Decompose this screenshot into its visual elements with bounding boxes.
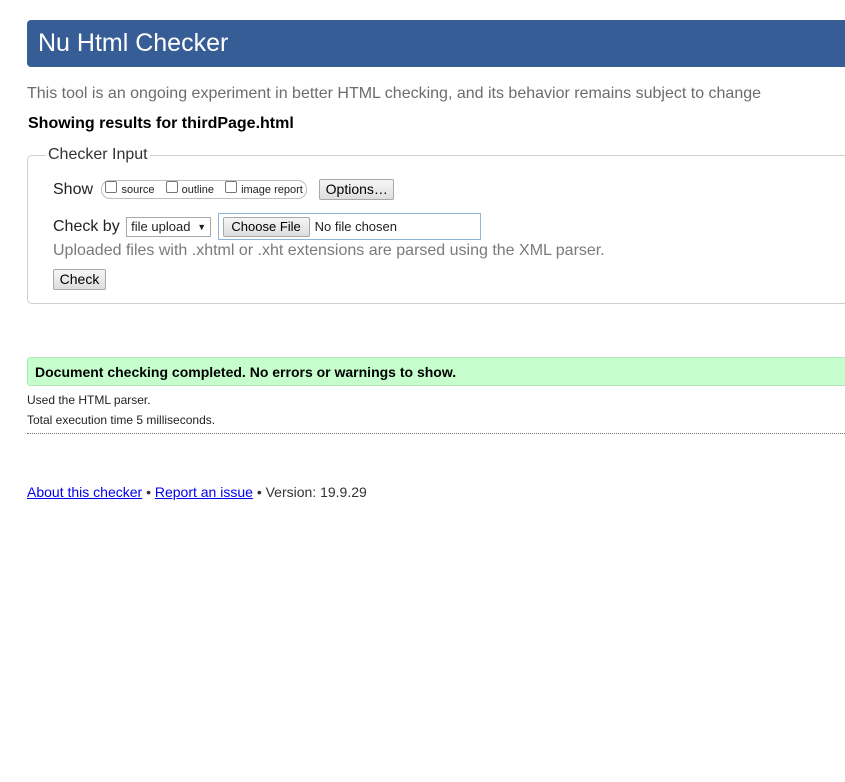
image-report-checkbox-label: image report [241,184,303,196]
options-button[interactable]: Options… [319,179,395,200]
source-checkbox-label: source [121,184,155,196]
show-image-report-option[interactable]: image report [225,181,303,199]
file-status-text: No file chosen [314,219,397,234]
about-checker-link[interactable]: About this checker [27,484,142,500]
check-by-select-value: file upload [131,218,191,234]
checker-input-legend: Checker Input [48,146,148,163]
source-checkbox[interactable] [105,181,118,193]
page-title: Nu Html Checker [38,29,229,57]
check-button[interactable]: Check [53,269,106,290]
results-divider [27,433,845,434]
file-input[interactable]: Choose File No file chosen [217,213,481,240]
success-message-box: Document checking completed. No errors o… [27,357,845,386]
show-label: Show [53,180,94,198]
execution-time: Total execution time 5 milliseconds. [27,413,216,427]
success-message: Document checking completed. No errors o… [35,364,457,380]
show-options-group: source outline image report [101,180,307,199]
version-text: Version: 19.9.29 [265,484,367,500]
dropdown-arrow-icon: ▼ [197,221,207,232]
show-source-option[interactable]: source [105,181,155,199]
xml-parser-note: Uploaded files with .xhtml or .xht exten… [53,242,605,259]
show-outline-option[interactable]: outline [165,181,214,199]
show-row: Show source outline image report Options… [53,179,395,200]
footer-separator-1: • [146,484,151,500]
footer: About this checker • Report an issue • V… [27,484,367,500]
check-by-label: Check by [53,217,120,235]
outline-checkbox-label: outline [181,184,214,196]
outline-checkbox[interactable] [165,181,178,193]
page-header: Nu Html Checker [27,20,845,67]
parser-info: Used the HTML parser. [27,393,151,407]
intro-text: This tool is an ongoing experiment in be… [27,85,762,102]
report-issue-link[interactable]: Report an issue [155,484,253,500]
showing-results-heading: Showing results for thirdPage.html [28,115,294,132]
choose-file-button[interactable]: Choose File [222,217,310,237]
image-report-checkbox[interactable] [225,181,238,193]
check-by-select[interactable]: file upload ▼ [126,216,212,237]
footer-separator-2: • [256,484,262,500]
check-by-row: Check by file upload ▼ Choose File No fi… [53,213,481,240]
